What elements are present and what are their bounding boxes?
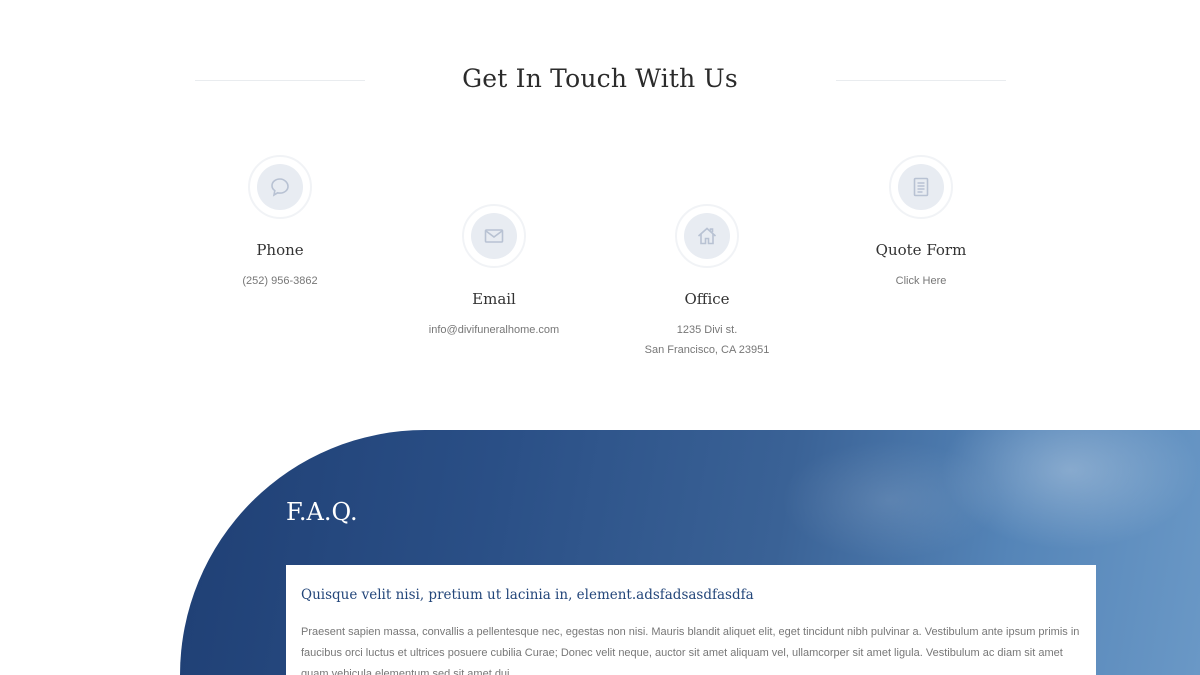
office-address: 1235 Divi st. San Francisco, CA 23951 [597,320,817,360]
icon-ring [889,155,953,219]
faq-item: Quisque velit nisi, pretium ut lacinia i… [286,565,1096,675]
faq-heading: F.A.Q. [286,498,358,526]
email-address[interactable]: info@divifuneralhome.com [384,320,604,340]
title-divider-right [836,80,1006,81]
contact-card-email: Email info@divifuneralhome.com [384,204,604,340]
contact-section: Get In Touch With Us Phone (252) 956-386… [0,0,1200,430]
icon-ring [675,204,739,268]
contact-card-title: Phone [256,241,304,259]
faq-answer: Praesent sapien massa, convallis a pelle… [301,626,1080,675]
section-title-row: Get In Touch With Us [0,58,1200,106]
icon-ring [462,204,526,268]
contact-card-title: Office [684,290,730,308]
phone-number[interactable]: (252) 956-3862 [170,271,390,291]
document-icon [898,164,944,210]
office-address-line-1: 1235 Divi st. [676,324,738,336]
envelope-icon [471,213,517,259]
contact-card-title: Email [472,290,516,308]
faq-question[interactable]: Quisque velit nisi, pretium ut lacinia i… [301,587,1081,603]
contact-card-phone: Phone (252) 956-3862 [170,155,390,291]
contact-card-office: Office 1235 Divi st. San Francisco, CA 2… [597,204,817,360]
faq-section: F.A.Q. Quisque velit nisi, pretium ut la… [180,430,1200,675]
contact-card-quote-form: Quote Form Click Here [811,155,1031,291]
section-title: Get In Touch With Us [462,64,738,93]
icon-ring [248,155,312,219]
contact-card-title: Quote Form [875,241,967,259]
quote-form-link[interactable]: Click Here [811,271,1031,291]
office-address-line-2: San Francisco, CA 23951 [644,344,770,356]
house-icon [684,213,730,259]
speech-bubble-icon [257,164,303,210]
